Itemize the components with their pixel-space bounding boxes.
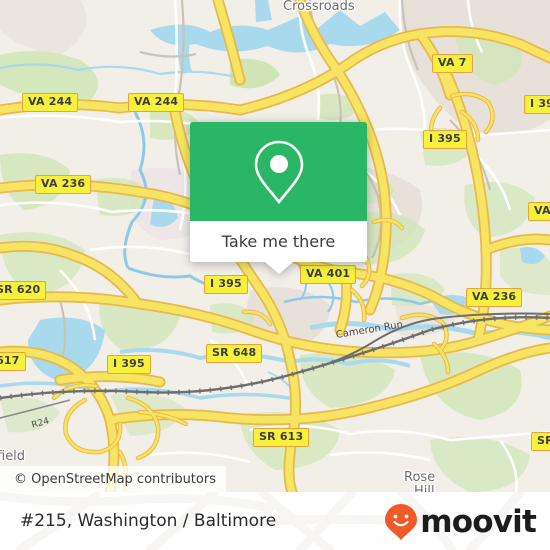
moovit-smiley-pin-icon bbox=[385, 504, 418, 540]
road-shield-va-244-left: VA 244 bbox=[22, 93, 79, 112]
osm-attribution-text: © OpenStreetMap contributors bbox=[14, 471, 216, 487]
road-shield-i-395-edge: I 395 bbox=[524, 95, 550, 114]
moovit-map-screenshot: Crossroads Rose Hill field Cameron Run R… bbox=[0, 0, 550, 550]
road-shield-sr-620: SR 620 bbox=[0, 281, 47, 300]
osm-attribution[interactable]: © OpenStreetMap contributors bbox=[0, 466, 226, 492]
road-shield-sr-648: SR 648 bbox=[206, 344, 263, 363]
callout-tail-arrow bbox=[264, 262, 293, 274]
road-shield-i-395-mid: I 395 bbox=[204, 275, 248, 294]
road-shield-i-395-upper: I 395 bbox=[423, 130, 467, 149]
road-shield-va-236-left: VA 236 bbox=[35, 175, 92, 194]
page-title: #215, Washington / Baltimore bbox=[20, 511, 277, 531]
road-shield-va-236-right: VA 236 bbox=[466, 288, 523, 307]
road-shield-617: 617 bbox=[0, 352, 26, 371]
take-me-there-callout[interactable]: Take me there bbox=[190, 122, 367, 274]
road-shield-i-395-lower: I 395 bbox=[107, 355, 151, 374]
road-shield-va-7: VA 7 bbox=[432, 54, 473, 73]
take-me-there-label: Take me there bbox=[221, 232, 336, 251]
moovit-wordmark: moovit bbox=[420, 503, 537, 540]
road-shield-va-244-right: VA 244 bbox=[128, 93, 185, 112]
road-shield-va-401: VA 401 bbox=[300, 265, 357, 284]
map-canvas[interactable]: Crossroads Rose Hill field Cameron Run R… bbox=[0, 0, 550, 492]
road-shield-va-edge: VA bbox=[528, 202, 550, 221]
map-pin-icon bbox=[254, 140, 303, 204]
moovit-brand: moovit bbox=[384, 503, 537, 541]
callout-green-header bbox=[190, 122, 367, 221]
road-shield-sr-613: SR 613 bbox=[253, 428, 310, 447]
footer-bar: #215, Washington / Baltimore moovit bbox=[0, 492, 550, 550]
road-shield-sr-edge: SR bbox=[531, 432, 550, 451]
callout-action-bar[interactable]: Take me there bbox=[190, 221, 367, 262]
